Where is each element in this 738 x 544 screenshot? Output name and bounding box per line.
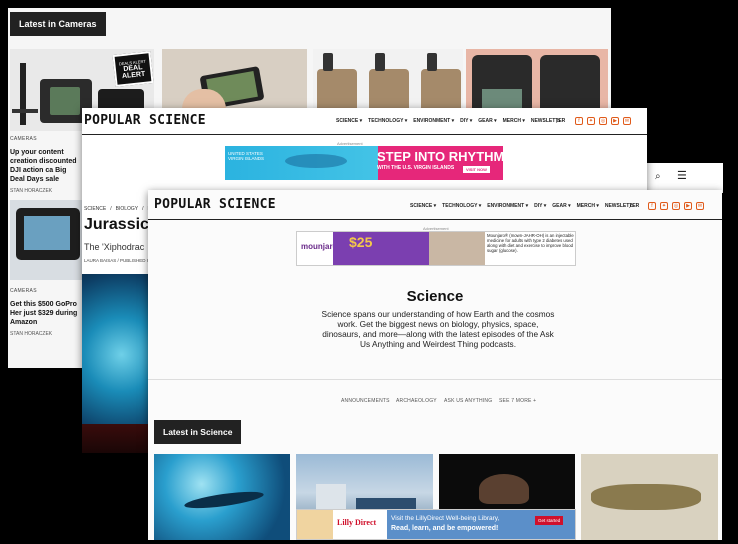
topic-announcements[interactable]: ANNOUNCEMENTS [341,398,390,404]
article-author: STAN HORACZEK [10,188,53,194]
ad-cta-button[interactable]: VISIT NOW [463,166,490,173]
science-window: POPULAR SCIENCE SCIENCE ▾ TECHNOLOGY ▾ E… [148,190,722,540]
nav-science[interactable]: SCIENCE ▾ [410,203,436,209]
breadcrumb-science[interactable]: SCIENCE [84,206,106,212]
background-header-window: ⌕ ☰ [645,163,723,193]
section-label-science: Latest in Science [154,420,242,444]
page-title: Science [406,288,464,305]
nav-environment[interactable]: ENVIRONMENT ▾ [487,203,528,209]
topic-archaeology[interactable]: ARCHAEOLOGY [396,398,437,404]
site-logo[interactable]: POPULAR SCIENCE [84,113,206,128]
nav-technology[interactable]: TECHNOLOGY ▾ [442,203,481,209]
section-label-cameras: Latest in Cameras [10,12,106,36]
nav-diy[interactable]: DIY ▾ [460,118,472,124]
page-description: Science spans our understanding of how E… [321,309,555,349]
main-nav: SCIENCE ▾ TECHNOLOGY ▾ ENVIRONMENT ▾ DIY… [336,118,565,124]
bluesky-icon[interactable]: ✦ [660,202,668,210]
ad-cta-button[interactable]: Get started [535,516,564,525]
article-subhead: The 'Xiphodrac [84,242,145,252]
breadcrumb: SCIENCE/ BIOLOGY/ EV [84,206,154,212]
article-headline[interactable]: Up your content creation discounted DJI … [10,148,82,184]
lilly-direct-ad[interactable]: Lilly Direct Visit the LillyDirect Well-… [296,509,576,540]
nav-gear[interactable]: GEAR ▾ [552,203,570,209]
camera-article-1[interactable]: CAMERAS Up your content creation discoun… [10,136,82,194]
thumb-gecko[interactable] [581,454,718,540]
search-icon[interactable]: ⌕ [556,115,561,126]
article-author: STAN HORACZEK [10,331,53,337]
deal-alert-badge: DEALS ALERT DEAL ALERT [112,51,154,87]
social-links: f ✦ ◎ ▶ ✉ [575,117,631,125]
instagram-icon[interactable]: ◎ [672,202,680,210]
search-icon[interactable]: ⌕ [629,200,634,211]
nav-technology[interactable]: TECHNOLOGY ▾ [368,118,407,124]
mail-icon[interactable]: ✉ [623,117,631,125]
nav-gear[interactable]: GEAR ▾ [478,118,496,124]
article-hero-image [82,274,148,453]
main-nav: SCIENCE ▾ TECHNOLOGY ▾ ENVIRONMENT ▾ DIY… [410,203,639,209]
camera-article-2[interactable]: CAMERAS Get this $500 GoPro Her just $32… [10,288,82,337]
topic-ask-us-anything[interactable]: ASK US ANYTHING [444,398,492,404]
virgin-islands-ad[interactable]: UNITED STATES VIRGIN ISLANDS STEP INTO R… [225,146,504,180]
nav-merch[interactable]: MERCH ▾ [503,118,525,124]
social-links: f ✦ ◎ ▶ ✉ [648,202,704,210]
instagram-icon[interactable]: ◎ [599,117,607,125]
nav-merch[interactable]: MERCH ▾ [577,203,599,209]
nav-newsletter[interactable]: NEWSLETTER [605,203,639,209]
nav-diy[interactable]: DIY ▾ [534,203,546,209]
thumb-jurassic-reptile[interactable] [154,454,290,540]
thumb-gopro[interactable] [10,200,82,280]
mail-icon[interactable]: ✉ [696,202,704,210]
nav-environment[interactable]: ENVIRONMENT ▾ [413,118,454,124]
article-category: CAMERAS [10,136,37,142]
facebook-icon[interactable]: f [575,117,583,125]
article-category: CAMERAS [10,288,37,294]
site-logo[interactable]: POPULAR SCIENCE [154,197,276,212]
bluesky-icon[interactable]: ✦ [587,117,595,125]
youtube-icon[interactable]: ▶ [611,117,619,125]
youtube-icon[interactable]: ▶ [684,202,692,210]
see-more-topics-link[interactable]: SEE 7 MORE + [499,398,536,404]
mounjaro-ad[interactable]: mounjaro $25 Mounjaro® (mown-JAHR-OH) is… [296,231,576,266]
article-byline: LAURA BAISAS / PUBLISHED O [84,258,151,263]
article-headline[interactable]: Get this $500 GoPro Her just $329 during… [10,300,82,327]
search-icon[interactable]: ⌕ [655,171,661,182]
facebook-icon[interactable]: f [648,202,656,210]
menu-icon[interactable]: ☰ [677,169,687,182]
nav-science[interactable]: SCIENCE ▾ [336,118,362,124]
breadcrumb-biology[interactable]: BIOLOGY [116,206,139,212]
